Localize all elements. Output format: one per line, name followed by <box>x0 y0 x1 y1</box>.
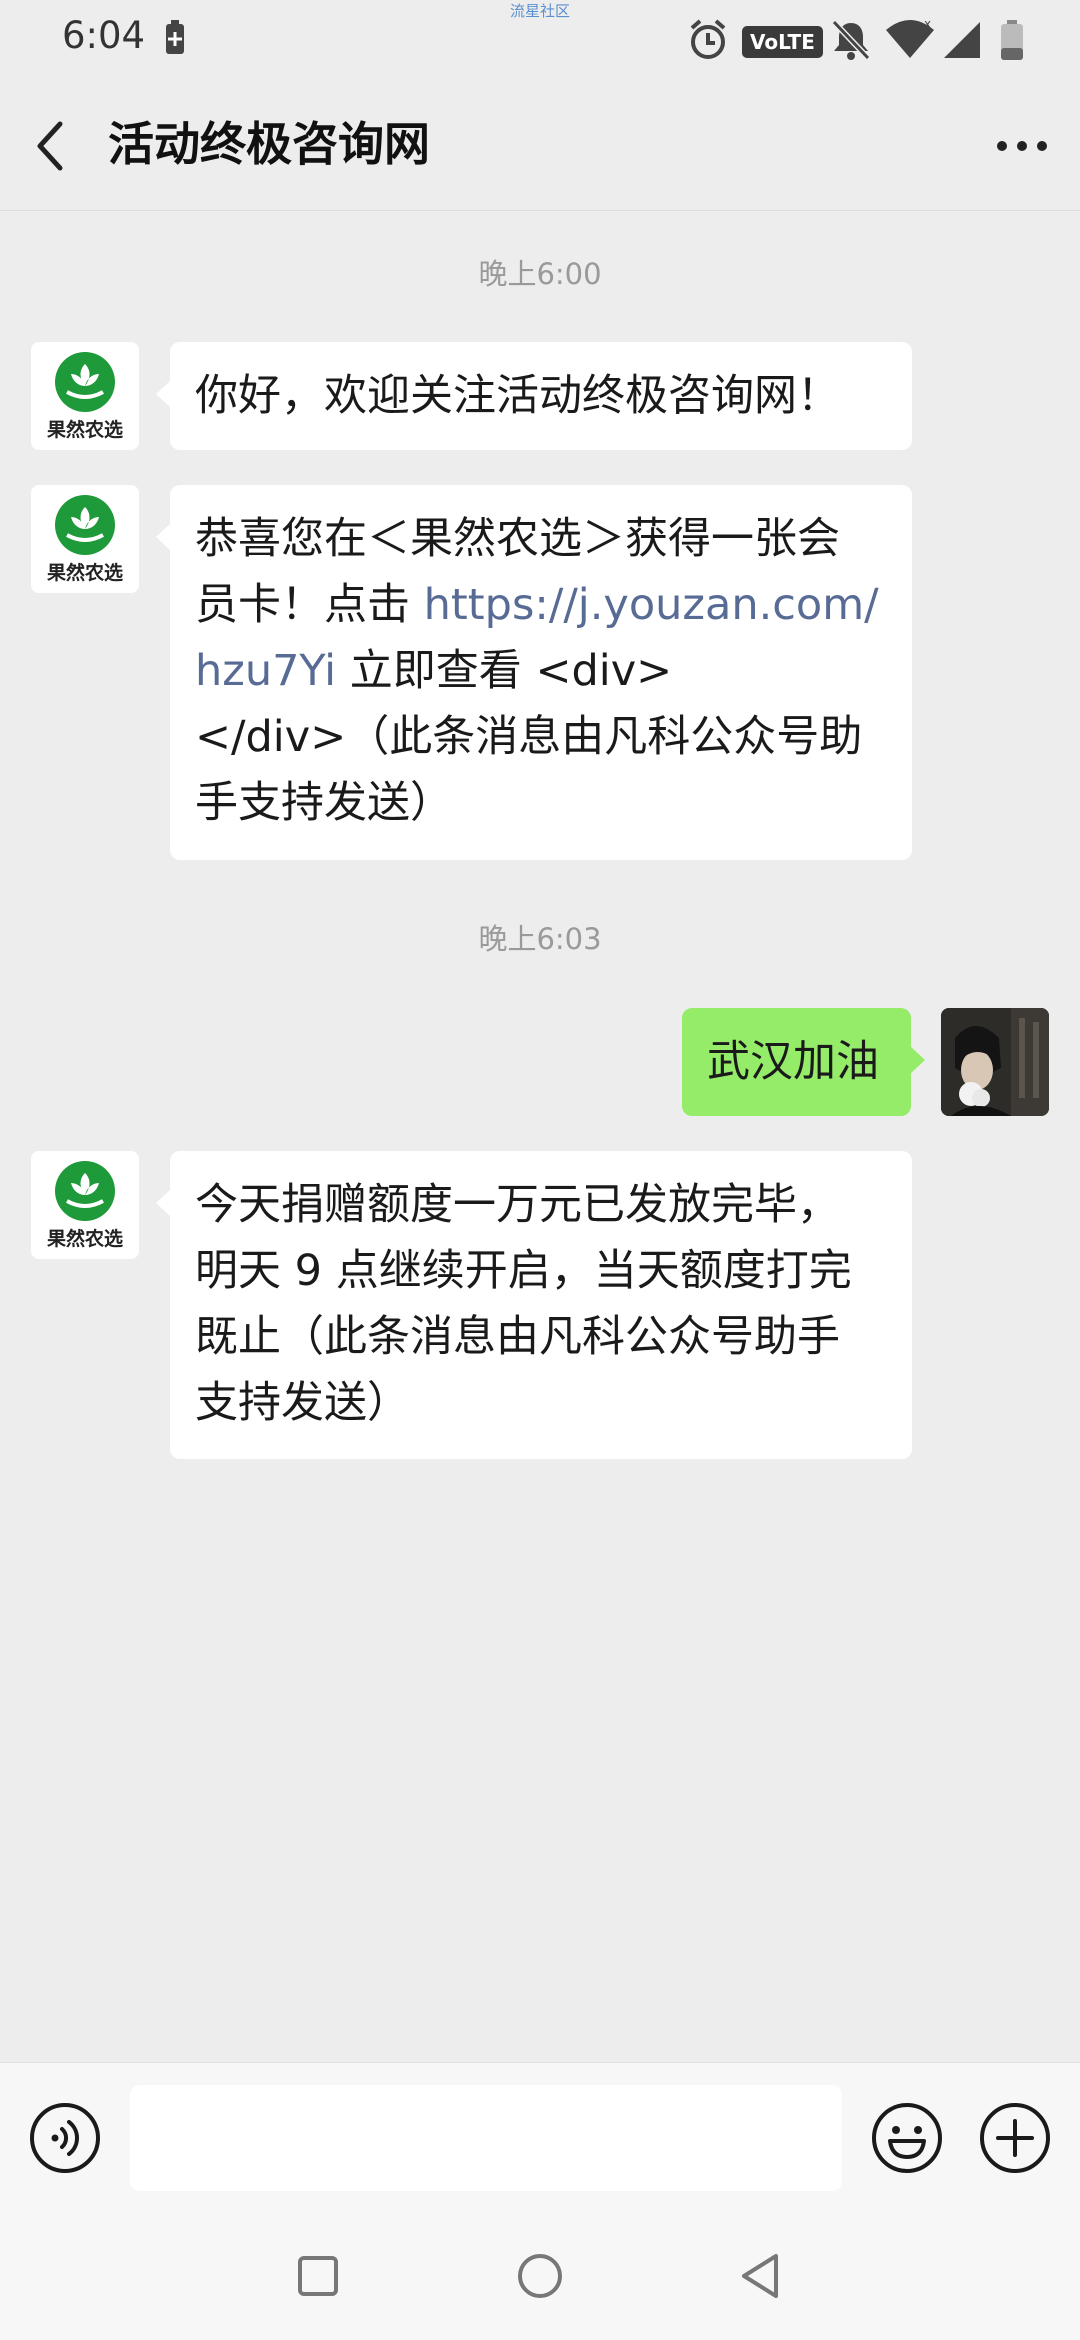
input-bar <box>0 2062 1080 2213</box>
battery-saver-icon <box>166 20 184 54</box>
home-circle-icon[interactable] <box>510 2246 570 2306</box>
message-line: 支持发送） <box>195 1378 410 1428</box>
message-line: </div>（此条消息由凡科公众号助 <box>195 712 863 762</box>
mute-icon <box>831 19 871 61</box>
wifi-icon: x <box>886 18 934 58</box>
volte-icon: VoLTE <box>742 26 823 58</box>
message-line: 今天捐赠额度一万元已发放完毕， <box>195 1180 840 1230</box>
brand-logo-icon: 果然农选 <box>46 352 123 441</box>
brand-logo-icon: 果然农选 <box>46 1161 123 1250</box>
more-dots-icon[interactable] <box>994 136 1050 156</box>
back-triangle-icon[interactable] <box>732 2246 792 2306</box>
user-avatar[interactable] <box>941 1008 1049 1116</box>
message-line: 既止（此条消息由凡科公众号助手 <box>195 1312 840 1362</box>
message-line: 员卡！点击 https://j.youzan.com/ <box>195 572 887 638</box>
status-bar: 6:04 流星社区 VoLTE x <box>0 0 1080 80</box>
brand-logo-icon: 果然农选 <box>46 495 123 584</box>
message-line: 明天 9 点继续开启，当天额度打完 <box>195 1246 852 1296</box>
message-bubble[interactable]: 恭喜您在＜果然农选＞获得一张会 员卡！点击 https://j.youzan.c… <box>156 485 912 860</box>
plus-icon[interactable] <box>978 2101 1052 2175</box>
alarm-icon <box>690 19 726 59</box>
signal-icon <box>944 22 980 58</box>
message-link[interactable]: https://j.youzan.com/ <box>424 580 879 630</box>
back-arrow-icon[interactable] <box>30 120 74 172</box>
chat-area[interactable]: 晚上6:00 果然农选 你好，欢迎关注活动终极咨询网！ 果然农选 恭喜您在＜果然… <box>0 211 1080 2061</box>
message-line: 恭喜您在＜果然农选＞获得一张会 <box>195 514 840 564</box>
official-account-avatar[interactable]: 果然农选 <box>31 485 139 593</box>
message-line: 手支持发送） <box>195 778 453 828</box>
message-line: hzu7Yi 立即查看 <div> <box>195 638 887 704</box>
message-timestamp: 晚上6:00 <box>478 257 602 291</box>
emoji-icon[interactable] <box>870 2101 944 2175</box>
brand-logo-text: 果然农选 <box>46 418 123 441</box>
brand-logo-text: 果然农选 <box>46 561 123 584</box>
official-account-avatar[interactable]: 果然农选 <box>31 342 139 450</box>
message-text: 你好，欢迎关注活动终极咨询网！ <box>195 371 840 421</box>
battery-icon <box>1001 20 1023 60</box>
brand-logo-text: 果然农选 <box>46 1227 123 1250</box>
official-account-avatar[interactable]: 果然农选 <box>31 1151 139 1259</box>
message-text: 立即查看 <div> <box>336 646 673 696</box>
voice-icon[interactable] <box>28 2101 102 2175</box>
recents-square-icon[interactable] <box>288 2246 348 2306</box>
message-input[interactable] <box>130 2085 842 2191</box>
message-bubble[interactable]: 今天捐赠额度一万元已发放完毕， 明天 9 点继续开启，当天额度打完 既止（此条消… <box>156 1151 912 1459</box>
user-photo-icon <box>941 1008 1049 1116</box>
chat-header: 活动终极咨询网 <box>0 80 1080 211</box>
message-timestamp: 晚上6:03 <box>478 922 602 956</box>
message-bubble-self[interactable]: 武汉加油 <box>682 1008 925 1116</box>
message-link[interactable]: hzu7Yi <box>195 646 336 696</box>
message-bubble[interactable]: 你好，欢迎关注活动终极咨询网！ <box>156 342 912 450</box>
page-title: 活动终极咨询网 <box>108 117 430 171</box>
svg-text:x: x <box>924 18 931 31</box>
message-text: 武汉加油 <box>707 1037 879 1087</box>
message-text: 员卡！点击 <box>195 580 424 630</box>
system-nav-bar <box>0 2212 1080 2340</box>
